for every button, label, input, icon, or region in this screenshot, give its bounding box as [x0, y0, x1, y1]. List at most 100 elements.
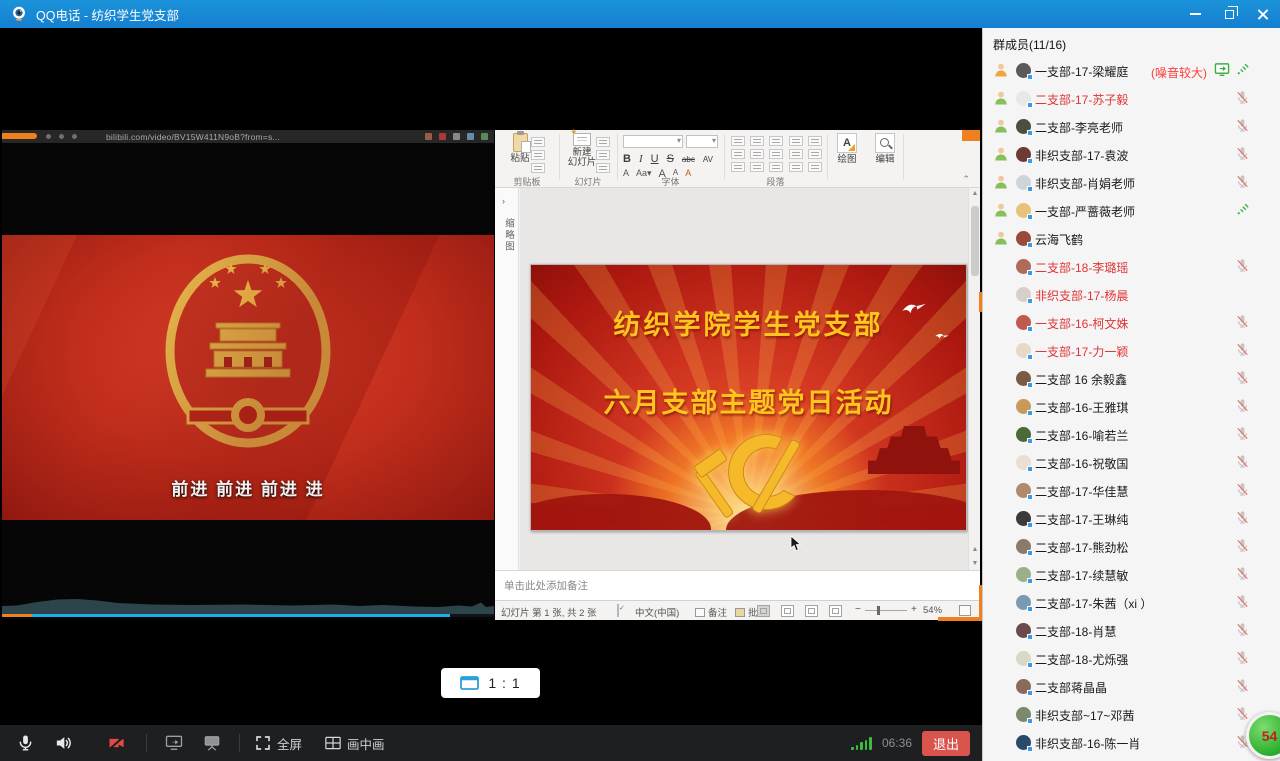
- member-row[interactable]: 非织支部-17-杨晨: [983, 280, 1280, 308]
- zoom-slider-thumb[interactable]: [877, 606, 880, 615]
- avatar: [1016, 259, 1031, 274]
- played-bar: [2, 614, 32, 617]
- video-progress-bar[interactable]: [2, 614, 494, 617]
- font-style-buttons[interactable]: B I U S abc AV: [623, 153, 721, 165]
- noise-warning-label: (噪音较大): [1151, 64, 1207, 81]
- member-right-icons: [1235, 342, 1250, 362]
- member-name: 一支部-17-力一颖: [1035, 343, 1128, 360]
- member-row[interactable]: 二支部-17-苏子毅: [983, 84, 1280, 112]
- ratio-1-1-button[interactable]: 1 : 1: [441, 668, 540, 698]
- buffered-bar: [2, 614, 450, 617]
- member-row[interactable]: 二支部-17-续慧敏: [983, 560, 1280, 588]
- minimize-button[interactable]: [1178, 0, 1212, 28]
- close-button[interactable]: [1246, 0, 1280, 28]
- zoom-percent[interactable]: 54%: [923, 605, 942, 616]
- member-row[interactable]: 二支部-17-朱茜（xi ）: [983, 588, 1280, 616]
- member-row[interactable]: 二支部蒋晶晶: [983, 672, 1280, 700]
- member-row[interactable]: 二支部-李亮老师: [983, 112, 1280, 140]
- shared-powerpoint-window[interactable]: 粘贴 新建幻灯片 B I: [495, 130, 980, 620]
- member-status-person-icon: [993, 230, 1009, 246]
- member-row[interactable]: 一支部-16-柯文姝: [983, 308, 1280, 336]
- camera-off-button[interactable]: [102, 725, 132, 761]
- scroll-up-icon[interactable]: ▲: [969, 188, 981, 200]
- member-status-person-icon: [993, 202, 1009, 218]
- zoom-out-button[interactable]: −: [855, 604, 861, 615]
- normal-view-button[interactable]: [757, 605, 770, 617]
- member-row[interactable]: 一支部-17-梁耀庭 (噪音较大): [983, 56, 1280, 84]
- fit-to-window-button[interactable]: [959, 605, 971, 616]
- draw-button[interactable]: A 绘图: [833, 133, 861, 165]
- member-right-icons: [1235, 426, 1250, 446]
- picture-in-picture-button[interactable]: 画中画: [324, 725, 385, 761]
- restore-button[interactable]: [1212, 0, 1246, 28]
- paragraph-group[interactable]: [731, 136, 823, 172]
- toolbar-divider: [239, 734, 240, 752]
- prev-slide-icon[interactable]: ▲: [969, 544, 981, 556]
- member-row[interactable]: 二支部-16-王雅琪: [983, 392, 1280, 420]
- browser-address-bar[interactable]: bilibili.com/video/BV15W411N9oB?from=s..…: [2, 130, 494, 143]
- edit-button[interactable]: 编辑: [871, 133, 899, 165]
- member-row[interactable]: 二支部-18-尤烁强: [983, 644, 1280, 672]
- mic-muted-icon: [1235, 622, 1250, 642]
- font-size-select[interactable]: [686, 135, 718, 148]
- share-border-fragment: [979, 292, 982, 312]
- zoom-slider[interactable]: [865, 610, 907, 611]
- new-slide-button[interactable]: 新建幻灯片: [565, 133, 599, 168]
- scrollbar-thumb[interactable]: [971, 206, 979, 276]
- member-name: 二支部-17-续慧敏: [1035, 567, 1128, 584]
- ppt-vertical-scrollbar[interactable]: ▲ ▲ ▼: [968, 188, 980, 570]
- collapse-ribbon-button[interactable]: ⌃: [962, 174, 970, 185]
- speaker-button[interactable]: [50, 725, 76, 761]
- next-slide-icon[interactable]: ▼: [969, 558, 981, 570]
- shared-browser-window[interactable]: bilibili.com/video/BV15W411N9oB?from=s..…: [2, 130, 494, 620]
- online-indicator: [1027, 270, 1033, 276]
- member-status-person-icon: [993, 90, 1009, 106]
- online-indicator: [1027, 746, 1033, 752]
- slide-sorter-view-button[interactable]: [781, 605, 794, 617]
- member-row[interactable]: 二支部-17-华佳慧: [983, 476, 1280, 504]
- thumbnail-pane-collapsed[interactable]: › 缩略图: [495, 188, 519, 570]
- member-row[interactable]: 二支部 16 余毅鑫: [983, 364, 1280, 392]
- member-row[interactable]: 非织支部~17~邓茜: [983, 700, 1280, 728]
- cut-copy-painter-buttons[interactable]: [531, 137, 545, 173]
- member-row[interactable]: 一支部-17-力一颖: [983, 336, 1280, 364]
- spellcheck-icon[interactable]: [617, 604, 619, 617]
- language-status[interactable]: 中文(中国): [635, 605, 679, 619]
- member-row[interactable]: 非织支部-肖娟老师: [983, 168, 1280, 196]
- danmaku-waveform: [2, 596, 494, 614]
- slideshow-button[interactable]: [829, 605, 842, 617]
- member-row[interactable]: 非织支部-17-袁波: [983, 140, 1280, 168]
- member-row[interactable]: 一支部-严蔷薇老师: [983, 196, 1280, 224]
- member-row[interactable]: 二支部-18-肖慧: [983, 616, 1280, 644]
- member-row[interactable]: 二支部-16-喻若兰: [983, 420, 1280, 448]
- member-row[interactable]: 非织支部-16-陈一肖: [983, 728, 1280, 756]
- member-row[interactable]: 云海飞鹤: [983, 224, 1280, 252]
- online-indicator: [1027, 662, 1033, 668]
- member-name: 二支部-18-尤烁强: [1035, 651, 1128, 668]
- new-slide-icon: [573, 133, 591, 146]
- member-row[interactable]: 二支部-17-王琳纯: [983, 504, 1280, 532]
- fullscreen-button[interactable]: 全屏: [254, 725, 302, 761]
- mic-muted-icon: [1235, 370, 1250, 390]
- screen-share-button[interactable]: [161, 725, 187, 761]
- bilibili-video-player[interactable]: 前进 前进 前进 进: [2, 143, 494, 620]
- member-name: 非织支部-17-杨晨: [1035, 287, 1128, 304]
- layout-reset-buttons[interactable]: [596, 137, 610, 173]
- slide-canvas[interactable]: 纺织学院学生党支部 六月支部主题党日活动: [520, 188, 968, 570]
- microphone-button[interactable]: [12, 725, 38, 761]
- notes-toggle[interactable]: 备注: [695, 605, 727, 619]
- monitor-icon: [460, 676, 479, 690]
- screen-share-active-icon: [1214, 62, 1230, 82]
- member-row[interactable]: 二支部-16-祝敬国: [983, 448, 1280, 476]
- reading-view-button[interactable]: [805, 605, 818, 617]
- member-row[interactable]: 二支部-17-熊劲松: [983, 532, 1280, 560]
- online-indicator: [1027, 158, 1033, 164]
- pip-label: 画中画: [347, 734, 385, 753]
- presentation-button[interactable]: [199, 725, 225, 761]
- zoom-in-button[interactable]: +: [911, 604, 917, 615]
- mic-muted-icon: [1235, 90, 1250, 110]
- exit-call-button[interactable]: 退出: [922, 731, 970, 756]
- member-row[interactable]: 二支部-18-李璐瑶: [983, 252, 1280, 280]
- notes-pane[interactable]: 单击此处添加备注: [495, 570, 980, 600]
- font-name-select[interactable]: [623, 135, 683, 148]
